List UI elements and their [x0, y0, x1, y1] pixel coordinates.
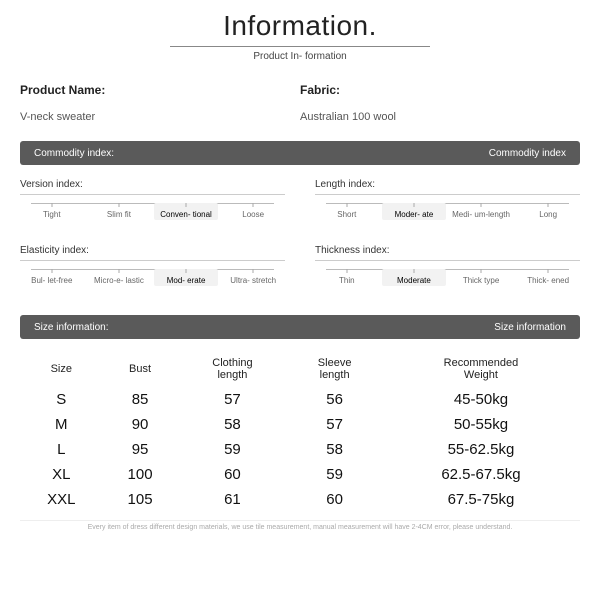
footnote: Every item of dress different design mat…: [20, 520, 580, 531]
scale-option: Micro-e- lastic: [87, 269, 151, 286]
scale-option: Mod- erate: [154, 269, 218, 286]
commodity-bar-left: Commodity index:: [34, 148, 114, 159]
product-info-row: Product Name: V-neck sweater Fabric: Aus…: [20, 83, 580, 123]
size-bar-right: Size information: [494, 322, 566, 333]
scale-option: Long: [516, 203, 580, 220]
size-table-cell: 60: [178, 462, 288, 487]
product-name-value: V-neck sweater: [20, 111, 300, 123]
scale-option: Bul- let-free: [20, 269, 84, 286]
scale-option: Moder- ate: [382, 203, 446, 220]
size-table-cell: 62.5-67.5kg: [382, 462, 580, 487]
scale-option: Ultra- stretch: [221, 269, 285, 286]
thickness-scale: ThinModerateThick typeThick- ened: [315, 269, 580, 297]
table-row: XXL105616067.5-75kg: [20, 487, 580, 512]
size-table-cell: 58: [178, 412, 288, 437]
size-info-bar: Size information: Size information: [20, 315, 580, 339]
size-table-header: Sleevelength: [287, 351, 382, 387]
scale-option: Medi- um-length: [449, 203, 513, 220]
scale-option: Conven- tional: [154, 203, 218, 220]
size-table-cell: 85: [103, 387, 178, 412]
scale-option: Tight: [20, 203, 84, 220]
elasticity-scale: Bul- let-freeMicro-e- lasticMod- erateUl…: [20, 269, 285, 297]
size-table-header-row: SizeBustClothinglengthSleevelengthRecomm…: [20, 351, 580, 387]
size-table-cell: 58: [287, 437, 382, 462]
version-scale: TightSlim fitConven- tionalLoose: [20, 203, 285, 231]
fabric-label: Fabric:: [300, 83, 580, 97]
table-row: M90585750-55kg: [20, 412, 580, 437]
fabric-value: Australian 100 wool: [300, 111, 580, 123]
size-table-header: Bust: [103, 351, 178, 387]
size-table-cell: 57: [178, 387, 288, 412]
size-table-cell: L: [20, 437, 103, 462]
scale-option: Thick- ened: [516, 269, 580, 286]
size-table-cell: 105: [103, 487, 178, 512]
size-table-cell: 61: [178, 487, 288, 512]
size-table-cell: XL: [20, 462, 103, 487]
size-bar-left: Size information:: [34, 322, 108, 333]
page-title: Information.: [170, 10, 430, 47]
commodity-bar-right: Commodity index: [489, 148, 566, 159]
size-table-cell: 56: [287, 387, 382, 412]
size-table-cell: 45-50kg: [382, 387, 580, 412]
size-table-cell: 90: [103, 412, 178, 437]
length-scale: ShortModer- ateMedi- um-lengthLong: [315, 203, 580, 231]
scale-option: Thin: [315, 269, 379, 286]
size-table: SizeBustClothinglengthSleevelengthRecomm…: [20, 351, 580, 512]
size-table-body: S85575645-50kgM90585750-55kgL95595855-62…: [20, 387, 580, 512]
size-table-cell: M: [20, 412, 103, 437]
elasticity-index-label: Elasticity index:: [20, 245, 285, 261]
size-table-cell: S: [20, 387, 103, 412]
table-row: XL100605962.5-67.5kg: [20, 462, 580, 487]
thickness-index-label: Thickness index:: [315, 245, 580, 261]
size-table-cell: 95: [103, 437, 178, 462]
table-row: S85575645-50kg: [20, 387, 580, 412]
size-table-cell: 55-62.5kg: [382, 437, 580, 462]
size-table-cell: 57: [287, 412, 382, 437]
length-index-label: Length index:: [315, 179, 580, 195]
size-table-header: Size: [20, 351, 103, 387]
scale-option: Loose: [221, 203, 285, 220]
size-table-cell: 50-55kg: [382, 412, 580, 437]
size-table-cell: 59: [287, 462, 382, 487]
size-table-cell: 60: [287, 487, 382, 512]
size-table-cell: XXL: [20, 487, 103, 512]
size-table-cell: 100: [103, 462, 178, 487]
scale-option: Short: [315, 203, 379, 220]
table-row: L95595855-62.5kg: [20, 437, 580, 462]
commodity-index-bar: Commodity index: Commodity index: [20, 141, 580, 165]
scale-option: Moderate: [382, 269, 446, 286]
version-index-label: Version index:: [20, 179, 285, 195]
page-subtitle: Product In- formation: [20, 51, 580, 63]
product-name-label: Product Name:: [20, 83, 300, 97]
scale-option: Slim fit: [87, 203, 151, 220]
scale-option: Thick type: [449, 269, 513, 286]
size-table-cell: 67.5-75kg: [382, 487, 580, 512]
size-table-cell: 59: [178, 437, 288, 462]
size-table-header: RecommendedWeight: [382, 351, 580, 387]
size-table-header: Clothinglength: [178, 351, 288, 387]
